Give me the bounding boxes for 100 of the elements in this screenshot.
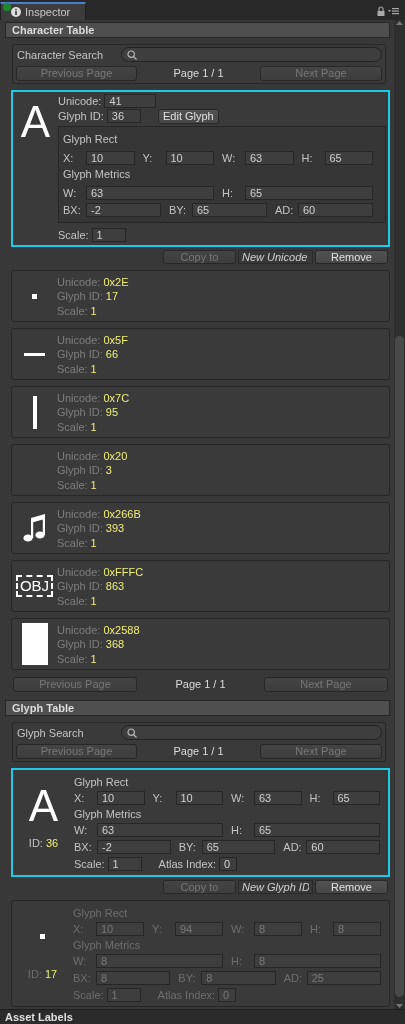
- info-icon: [11, 7, 21, 17]
- field-label: W:: [222, 152, 237, 164]
- lock-icon[interactable]: [377, 6, 385, 16]
- scrollbar-thumb[interactable]: [395, 336, 404, 997]
- field-value: 0x5F: [103, 333, 128, 346]
- number-field[interactable]: 0: [219, 857, 238, 871]
- scrollbar[interactable]: [394, 20, 405, 1009]
- field-label: X:: [74, 792, 86, 804]
- number-field[interactable]: 36: [106, 109, 141, 123]
- field-label: H:: [301, 152, 314, 164]
- search-field[interactable]: [121, 725, 382, 740]
- field-value: 36: [45, 837, 59, 849]
- field-value: 368: [105, 638, 125, 650]
- dot-glyph-icon: [32, 293, 37, 299]
- field-label: Scale:: [57, 362, 88, 375]
- search-label: Character Search: [16, 48, 105, 61]
- field-value: 863: [105, 580, 125, 592]
- field-label: X:: [63, 152, 75, 164]
- inspector-tab[interactable]: Inspector: [0, 2, 86, 20]
- number-field[interactable]: 1: [91, 228, 126, 242]
- character-card[interactable]: Unicode: 0x2588 Glyph ID: 368 Scale: 1: [11, 618, 390, 670]
- section-header: Character Table: [5, 22, 390, 38]
- field-label: Scale:: [57, 594, 88, 607]
- number-field[interactable]: -2: [86, 203, 161, 217]
- field-value: 95: [105, 406, 119, 418]
- field-label: Glyph ID:: [57, 638, 103, 650]
- remove-button[interactable]: Remove: [315, 250, 388, 264]
- number-field[interactable]: 60: [306, 840, 380, 854]
- remove-button[interactable]: Remove: [315, 880, 388, 894]
- field-value: 1: [90, 304, 97, 317]
- dot-glyph-icon: [40, 934, 45, 939]
- field-value: 66: [105, 348, 119, 360]
- field-label: Scale:: [74, 858, 105, 870]
- character-card[interactable]: Unicode: 0x266B Glyph ID: 393 Scale: 1: [11, 502, 390, 554]
- number-field[interactable]: 65: [332, 791, 380, 805]
- field-label: Scale:: [57, 420, 88, 433]
- block-glyph-icon: [21, 623, 48, 665]
- number-field[interactable]: 1: [107, 857, 142, 871]
- number-field[interactable]: 65: [201, 840, 276, 854]
- number-field[interactable]: 65: [324, 151, 373, 165]
- number-field[interactable]: 63: [97, 823, 223, 837]
- glyph-card[interactable]: A ID: 36 Glyph Rect X: 10 Y: 10 W: 63 H: 65 Glyph Metrics W: 63 H: 65 BX: -2 BY: 65 AD: 60 Scale: 1 Atlas Index: 0: [11, 768, 390, 877]
- field-label: Unicode:: [57, 333, 101, 346]
- search-label: Glyph Search: [16, 726, 85, 739]
- field-value: 0x7C: [103, 391, 130, 404]
- number-field[interactable]: 65: [192, 203, 267, 217]
- field-value: 17: [105, 290, 119, 302]
- edit-glyph-button[interactable]: Edit Glyph: [157, 108, 219, 124]
- page-indicator: Page 1 / 1: [174, 678, 227, 690]
- object-glyph: OBJ: [15, 575, 54, 597]
- field-label: Atlas Index:: [158, 858, 217, 870]
- field-value: 17: [44, 968, 58, 980]
- search-icon: [127, 727, 137, 738]
- number-field[interactable]: 63: [254, 791, 302, 805]
- field-label: H:: [309, 792, 322, 804]
- field-label: BX:: [63, 204, 82, 216]
- field-label: Scale:: [57, 304, 88, 317]
- field-label: Y:: [152, 792, 164, 804]
- number-field[interactable]: 65: [245, 186, 373, 200]
- field-label: H:: [231, 824, 243, 836]
- field-label: Glyph ID:: [57, 348, 103, 360]
- field-label: Glyph ID:: [57, 290, 103, 302]
- field-value: 0xFFFC: [103, 565, 144, 578]
- number-field[interactable]: 10: [86, 151, 135, 165]
- number-field[interactable]: 10: [175, 791, 223, 805]
- field-value: 3: [105, 464, 112, 476]
- section-label: Glyph Rect: [74, 776, 130, 788]
- field-value: 1: [90, 536, 97, 549]
- field-label: BY:: [169, 204, 188, 216]
- new-id-field[interactable]: New Unicode: [238, 250, 313, 264]
- section-header: Glyph Table: [5, 700, 390, 716]
- field-value: 1: [90, 478, 97, 491]
- number-field[interactable]: 60: [298, 203, 373, 217]
- field-label: BY:: [178, 841, 197, 853]
- underscore-glyph-icon: [24, 352, 45, 356]
- number-field[interactable]: -2: [97, 840, 171, 854]
- character-card[interactable]: Unicode: 0x5F Glyph ID: 66 Scale: 1: [11, 328, 390, 380]
- number-field[interactable]: 65: [254, 823, 380, 837]
- character-card[interactable]: Unicode: 0x7C Glyph ID: 95 Scale: 1: [11, 386, 390, 438]
- section-label: Glyph Metrics: [74, 808, 143, 820]
- field-label: Glyph ID:: [57, 522, 103, 534]
- field-label: W:: [63, 187, 78, 199]
- search-field[interactable]: [121, 47, 382, 62]
- field-value: 1: [90, 652, 97, 665]
- music-note-icon: [22, 514, 47, 542]
- field-label: Unicode:: [57, 507, 101, 520]
- character-card[interactable]: OBJ Unicode: 0xFFFC Glyph ID: 863 Scale: 1: [11, 560, 390, 612]
- character-card[interactable]: Unicode: 0x20 Glyph ID: 3 Scale: 1: [11, 444, 390, 496]
- field-value: 1: [90, 362, 97, 375]
- new-id-field[interactable]: New Glyph ID: [238, 880, 313, 894]
- field-label: H:: [222, 187, 234, 199]
- character-card[interactable]: Unicode: 0x2E Glyph ID: 17 Scale: 1: [11, 270, 390, 322]
- menu-icon[interactable]: [388, 8, 399, 15]
- field-value: 0x266B: [103, 507, 141, 520]
- number-field[interactable]: 63: [245, 151, 294, 165]
- number-field[interactable]: 41: [104, 94, 157, 108]
- number-field[interactable]: 10: [165, 151, 214, 165]
- number-field[interactable]: 63: [86, 186, 214, 200]
- field-value: 0x2E: [103, 275, 129, 288]
- number-field[interactable]: 10: [97, 791, 145, 805]
